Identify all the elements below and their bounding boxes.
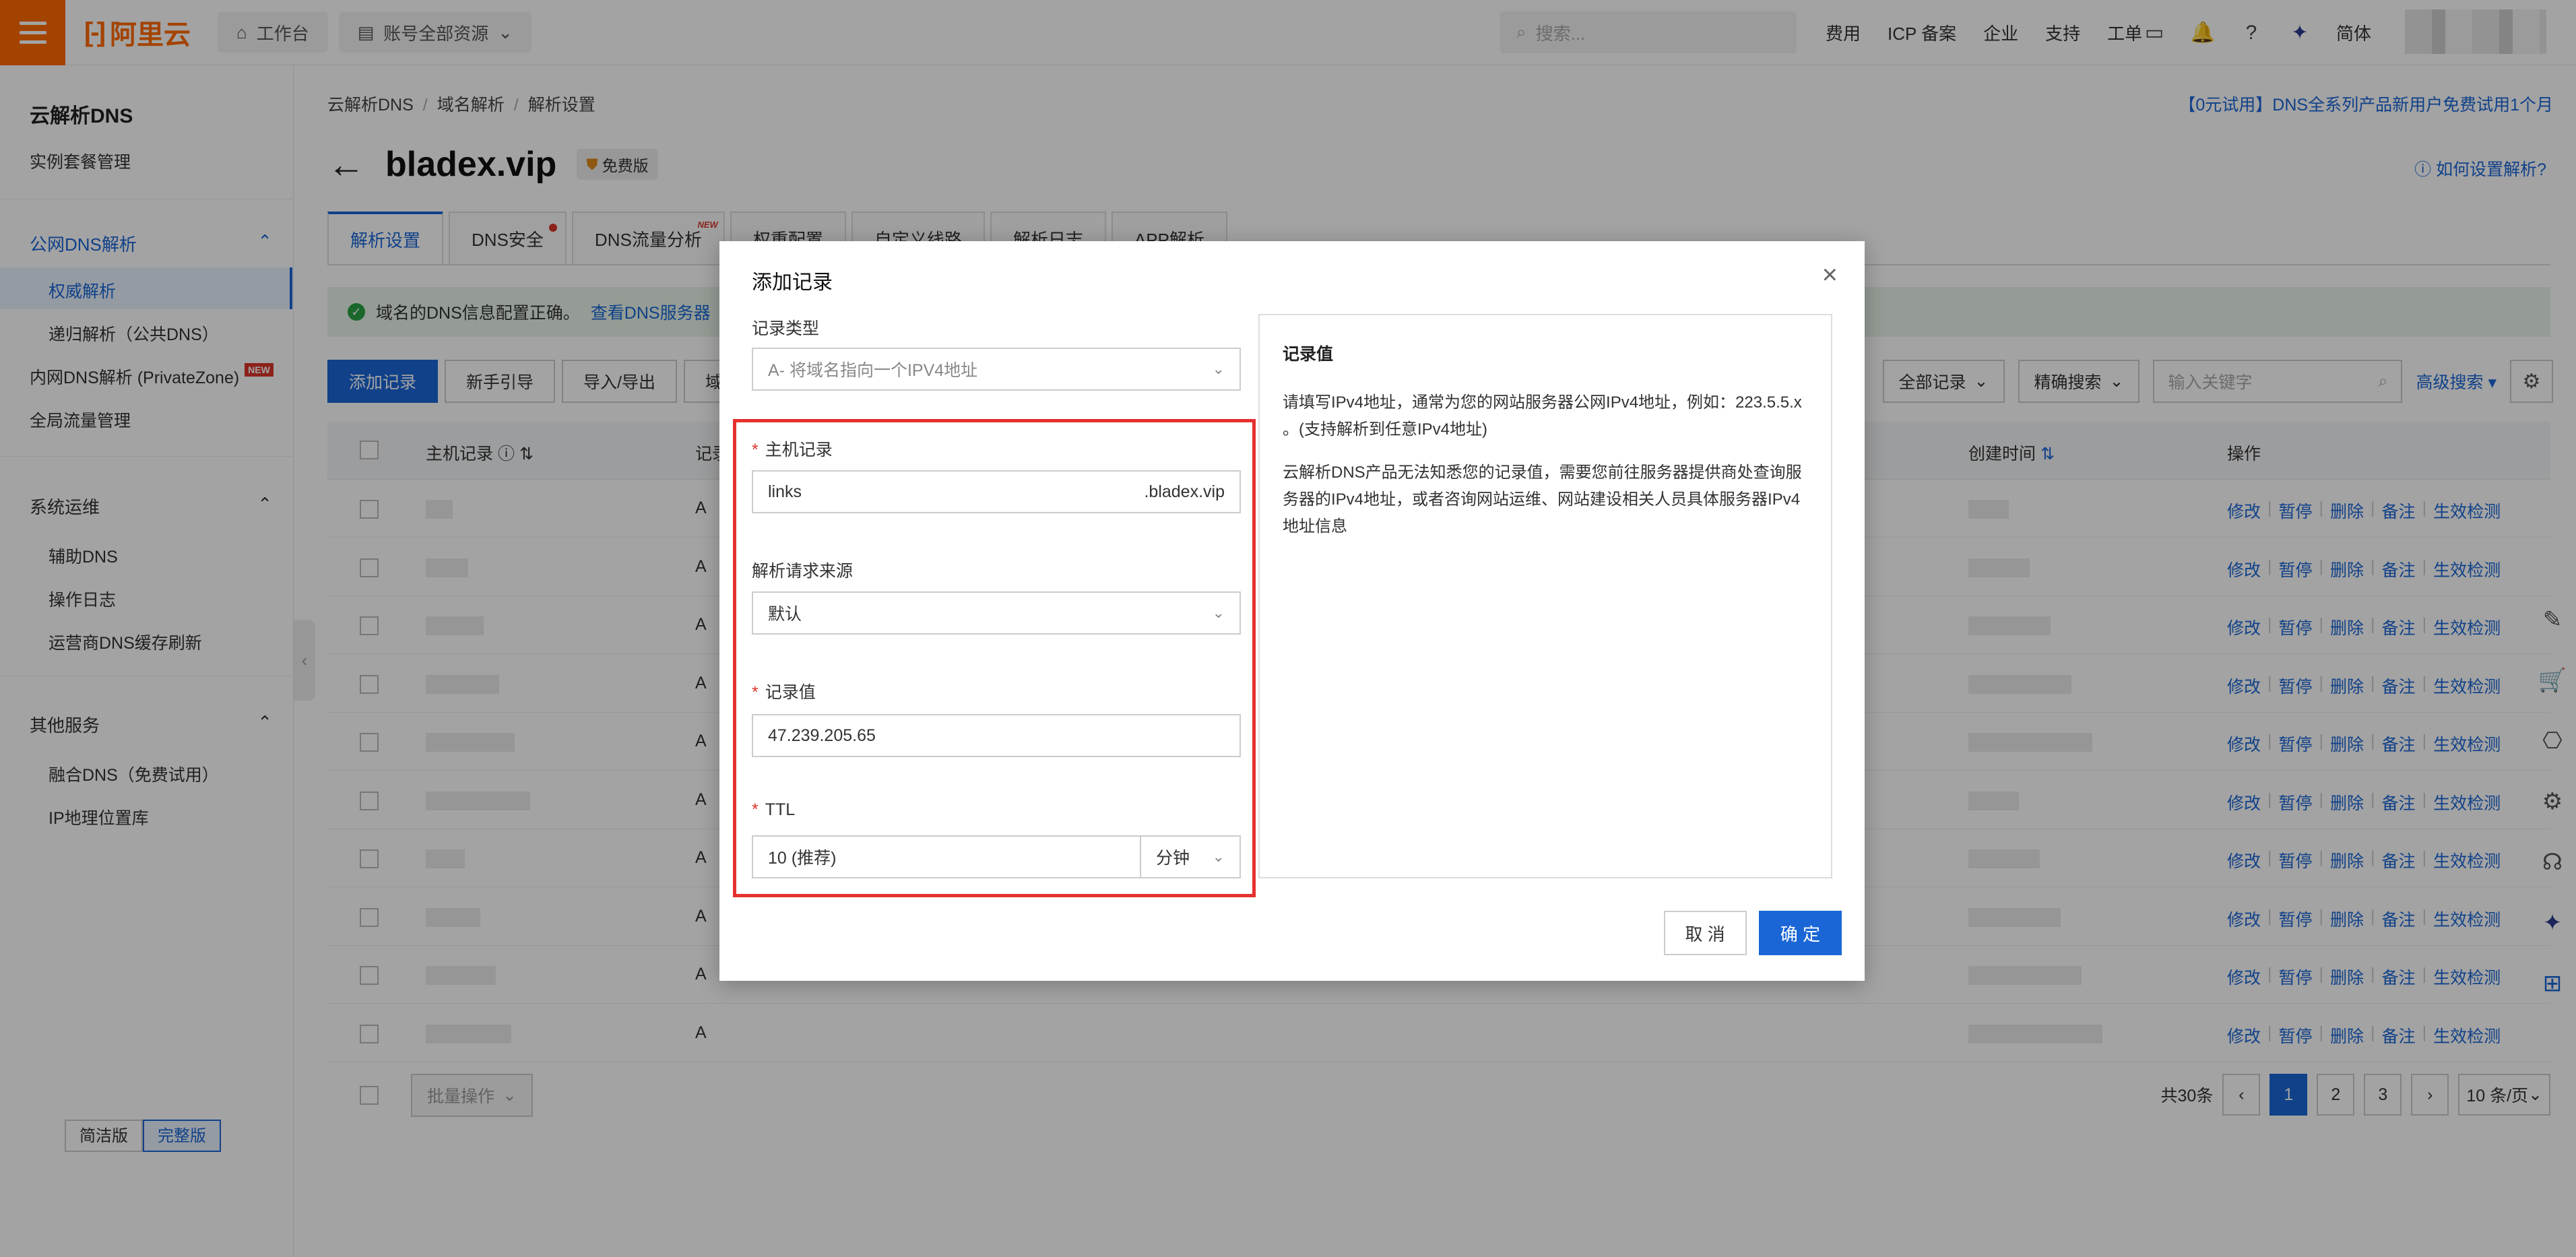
domain-suffix: .bladex.vip	[1144, 482, 1225, 501]
ttl-label: * TTL	[752, 800, 795, 820]
host-value: links	[768, 482, 802, 501]
ttl-unit: 分钟	[1156, 849, 1190, 868]
dialog-title: 添加记录	[752, 271, 833, 294]
add-record-dialog: 添加记录 × 记录类型 A- 将域名指向一个IPV4地址 ⌄ * 主机记录 lin…	[719, 241, 1865, 981]
ttl-value: 10 (推荐)	[768, 849, 837, 868]
record-value: 47.239.205.65	[768, 726, 876, 745]
request-source-select[interactable]: 默认 ⌄	[752, 591, 1241, 635]
source-value: 默认	[768, 605, 802, 624]
ttl-unit-select[interactable]: 分钟 ⌄	[1140, 835, 1241, 878]
confirm-button[interactable]: 确 定	[1758, 911, 1842, 955]
chevron-down-icon: ⌄	[1212, 848, 1225, 865]
chevron-down-icon: ⌄	[1212, 604, 1225, 621]
dialog-footer: 取 消 确 定	[1663, 911, 1842, 955]
required-mark: *	[752, 800, 759, 819]
record-value-label: * 记录值	[752, 679, 816, 703]
host-record-label: * 主机记录	[752, 437, 833, 461]
cancel-button[interactable]: 取 消	[1663, 911, 1747, 955]
record-value-help-panel: 记录值 请填写IPv4地址，通常为您的网站服务器公网IPv4地址，例如：223.…	[1258, 314, 1832, 878]
label-text: 记录值	[765, 683, 816, 702]
record-type-select[interactable]: A- 将域名指向一个IPV4地址 ⌄	[752, 348, 1241, 391]
chevron-down-icon: ⌄	[1212, 360, 1225, 377]
required-mark: *	[752, 683, 759, 702]
label-text: 主机记录	[765, 441, 833, 459]
record-type-label: 记录类型	[752, 319, 820, 338]
close-icon[interactable]: ×	[1822, 261, 1838, 288]
help-title: 记录值	[1283, 345, 1334, 364]
record-type-value: A- 将域名指向一个IPV4地址	[768, 361, 978, 380]
required-mark: *	[752, 441, 759, 459]
help-paragraph-2: 云解析DNS产品无法知悉您的记录值，需要您前往服务器提供商处查询服务器的IPv4…	[1283, 463, 1802, 536]
record-value-input[interactable]: 47.239.205.65	[752, 714, 1241, 757]
help-paragraph-1: 请填写IPv4地址，通常为您的网站服务器公网IPv4地址，例如：223.5.5.…	[1283, 393, 1802, 439]
ttl-input[interactable]: 10 (推荐)	[752, 835, 1141, 878]
host-record-input[interactable]: links .bladex.vip	[752, 470, 1241, 513]
label-text: TTL	[765, 800, 796, 819]
request-source-label: 解析请求来源	[752, 562, 854, 581]
